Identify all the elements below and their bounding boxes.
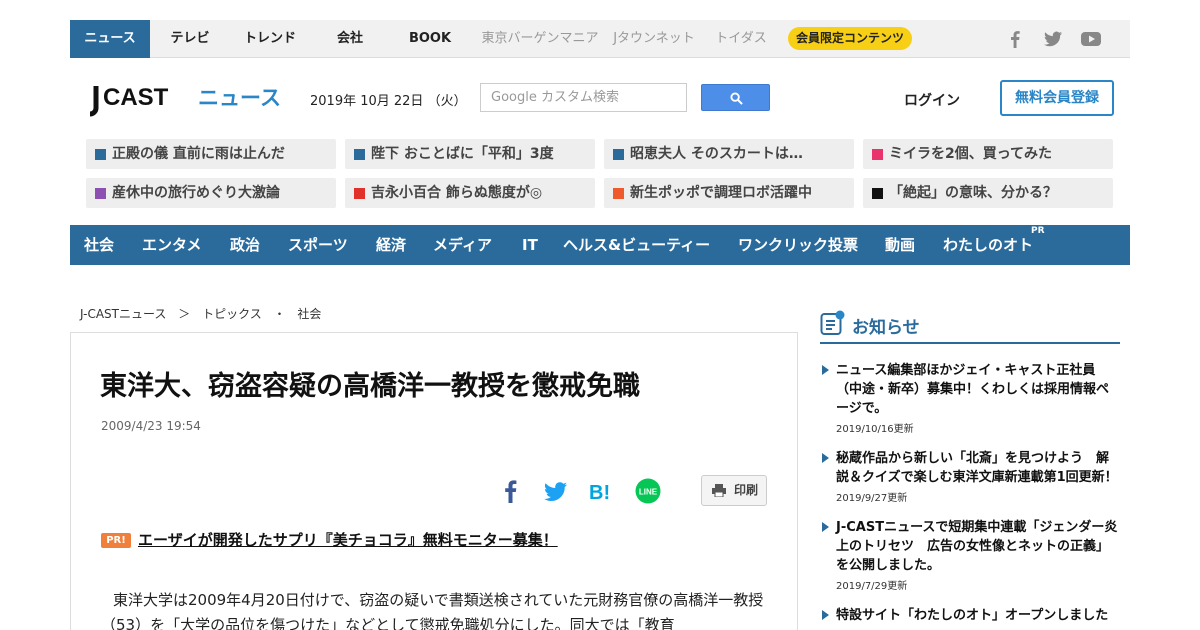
- notice-item-date: 2019/7/29更新: [836, 581, 908, 592]
- notice-item-text: 特設サイト「わたしのオト」オープンしました: [836, 608, 1109, 623]
- category-video[interactable]: 動画: [885, 225, 915, 265]
- breadcrumb-society[interactable]: 社会: [297, 307, 321, 321]
- pr-link[interactable]: エーザイが開発したサプリ『美チョコラ』無料モニター募集！: [138, 529, 558, 550]
- notice-item-date: 2019/10/16更新: [836, 424, 914, 435]
- facebook-icon[interactable]: [1004, 29, 1026, 49]
- search-button[interactable]: [701, 84, 770, 111]
- arrow-icon: [822, 365, 829, 375]
- category-economy[interactable]: 経済: [376, 225, 406, 265]
- headline-item[interactable]: 陛下 おことばに「平和」3度: [345, 139, 595, 169]
- article-date: 2009/4/23 19:54: [101, 419, 201, 433]
- print-label: 印刷: [734, 483, 759, 497]
- search-icon: [730, 92, 743, 105]
- category-watashi-no-oto[interactable]: わたしのオト: [943, 225, 1033, 265]
- headline-item[interactable]: 産休中の旅行めぐり大激論: [86, 178, 336, 208]
- tab-j-town-net[interactable]: Jタウンネット: [606, 20, 702, 58]
- headline-marker: [872, 188, 883, 199]
- headline-marker: [872, 149, 883, 160]
- headline-marker: [95, 149, 106, 160]
- category-entertainment[interactable]: エンタメ: [142, 225, 202, 265]
- member-content-button[interactable]: 会員限定コンテンツ: [788, 27, 912, 50]
- tab-news[interactable]: ニュース: [70, 20, 150, 58]
- line-icon[interactable]: LINE: [634, 478, 662, 504]
- search-input[interactable]: Google カスタム検索: [480, 83, 687, 112]
- register-button[interactable]: 無料会員登録: [1000, 80, 1114, 116]
- notice-heading: お知らせ: [820, 308, 1120, 344]
- notice-item[interactable]: 秘蔵作品から新しい「北斎」を見つけよう 解説＆クイズで楽しむ東洋文庫新連載第1回…: [820, 449, 1120, 504]
- hatena-bookmark-icon[interactable]: B!: [588, 478, 616, 504]
- svg-text:ニュース: ニュース: [198, 86, 281, 110]
- headline-item[interactable]: 昭恵夫人 そのスカートは…: [604, 139, 854, 169]
- pr-badge: PR!: [101, 533, 131, 548]
- breadcrumb: J-CASTニュース ＞ トピックス ・ 社会: [80, 305, 329, 322]
- category-politics[interactable]: 政治: [230, 225, 260, 265]
- arrow-icon: [822, 522, 829, 532]
- tab-book[interactable]: BOOK: [390, 20, 470, 58]
- notice-item[interactable]: ニュース編集部ほかジェイ・キャスト正社員（中途・新卒）募集中！くわしくは採用情報…: [820, 361, 1120, 435]
- top-navigation: ニュース テレビ トレンド 会社 BOOK 東京バーゲンマニア Jタウンネット …: [70, 20, 1130, 58]
- svg-text:CAST: CAST: [103, 84, 169, 111]
- twitter-icon[interactable]: [1042, 29, 1064, 49]
- breadcrumb-topics[interactable]: トピックス: [202, 307, 262, 321]
- arrow-icon: [822, 610, 829, 620]
- notice-item[interactable]: J-CASTニュースで短期集中連載「ジェンダー炎上のトリセツ 広告の女性像とネッ…: [820, 518, 1120, 592]
- headline-marker: [613, 188, 624, 199]
- notice-item-date: 2019/9/27更新: [836, 493, 908, 504]
- headline-item[interactable]: 新生ポッポで調理ロボ活躍中: [604, 178, 854, 208]
- category-one-click-vote[interactable]: ワンクリック投票: [738, 225, 858, 265]
- headline-item[interactable]: 「絶起」の意味、分かる？: [863, 178, 1113, 208]
- notice-item[interactable]: 特設サイト「わたしのオト」オープンしました: [820, 606, 1120, 625]
- category-sports[interactable]: スポーツ: [288, 225, 348, 265]
- breadcrumb-home[interactable]: J-CASTニュース: [80, 307, 166, 321]
- jcast-news-logo[interactable]: CAST ニュース: [86, 78, 286, 122]
- category-health-beauty[interactable]: ヘルス&ビューティー: [563, 225, 710, 265]
- headline-marker: [354, 188, 365, 199]
- headline-item[interactable]: 吉永小百合 飾らぬ態度が◎: [345, 178, 595, 208]
- current-date: 2019年 10月 22日 （火）: [310, 94, 467, 109]
- notice-icon: [820, 310, 845, 335]
- svg-text:B!: B!: [589, 482, 610, 504]
- print-button[interactable]: 印刷: [701, 475, 767, 506]
- notice-title: お知らせ: [852, 318, 920, 338]
- notice-item-text: 秘蔵作品から新しい「北斎」を見つけよう 解説＆クイズで楽しむ東洋文庫新連載第1回…: [836, 451, 1118, 485]
- category-navigation: 社会 エンタメ 政治 スポーツ 経済 メディア IT ヘルス&ビューティー ワン…: [70, 225, 1130, 265]
- facebook-icon[interactable]: [497, 478, 525, 504]
- tab-tokyo-bargain-mania[interactable]: 東京バーゲンマニア: [478, 20, 602, 58]
- category-it[interactable]: IT: [522, 225, 538, 265]
- arrow-icon: [822, 453, 829, 463]
- breadcrumb-separator: ＞: [178, 307, 191, 321]
- article-title: 東洋大、窃盗容疑の高橋洋一教授を懲戒免職: [100, 371, 640, 402]
- headline-item[interactable]: ミイラを2個、買ってみた: [863, 139, 1113, 169]
- headline-marker: [613, 149, 624, 160]
- tab-company[interactable]: 会社: [310, 20, 390, 58]
- youtube-icon[interactable]: [1080, 29, 1102, 49]
- tab-tv[interactable]: テレビ: [150, 20, 230, 58]
- tab-trend[interactable]: トレンド: [230, 20, 310, 58]
- article-body: 東洋大学は2009年4月20日付けで、窃盗の疑いで書類送検されていた元財務官僚の…: [101, 591, 764, 630]
- svg-text:LINE: LINE: [639, 488, 658, 497]
- login-link[interactable]: ログイン: [904, 90, 960, 110]
- printer-icon: [712, 484, 726, 497]
- tab-toidas[interactable]: トイダス: [706, 20, 776, 58]
- notice-item-text: J-CASTニュースで短期集中連載「ジェンダー炎上のトリセツ 広告の女性像とネッ…: [836, 520, 1118, 573]
- category-society[interactable]: 社会: [84, 225, 114, 265]
- pr-label: PR: [1031, 226, 1045, 236]
- headline-marker: [354, 149, 365, 160]
- twitter-icon[interactable]: [542, 478, 570, 504]
- breadcrumb-separator: ・: [273, 307, 286, 321]
- headline-item[interactable]: 正殿の儀 直前に雨は止んだ: [86, 139, 336, 169]
- category-media[interactable]: メディア: [433, 225, 492, 265]
- notice-item-text: ニュース編集部ほかジェイ・キャスト正社員（中途・新卒）募集中！くわしくは採用情報…: [836, 363, 1110, 416]
- headline-marker: [95, 188, 106, 199]
